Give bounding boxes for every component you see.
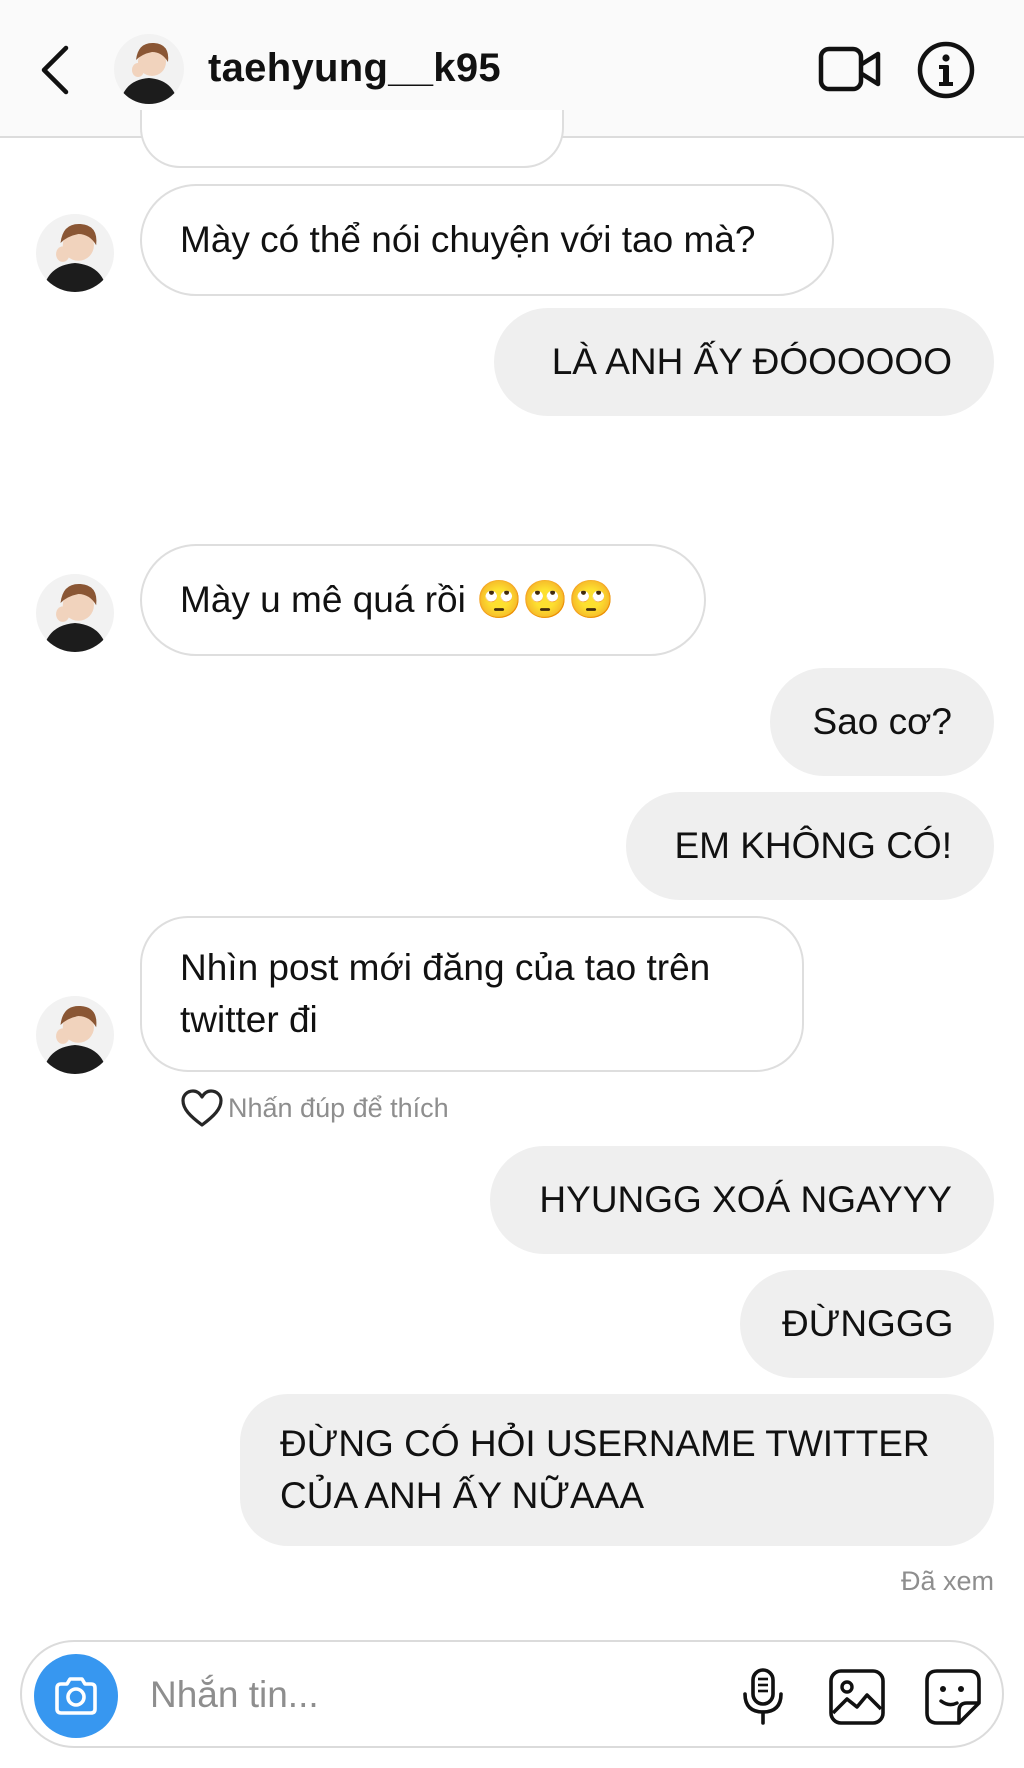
like-hint-text: Nhấn đúp để thích [228,1092,449,1123]
sticker-icon [925,1669,981,1725]
voice-message-button[interactable] [732,1666,794,1728]
seen-status: Đã xem [900,1566,994,1596]
message-text-line: ĐỪNG CÓ HỎI USERNAME TWITTER [280,1423,930,1464]
message-bubble-outgoing[interactable]: ĐỪNGGG [740,1270,994,1378]
contact-username[interactable]: taehyung__k95 [208,46,501,91]
contact-avatar[interactable] [114,34,184,104]
message-bubble-incoming[interactable]: Mày u mê quá rồi 🙄🙄🙄 [140,544,706,656]
message-text-line: twitter đi [180,999,318,1040]
message-bubble-incoming[interactable]: Nhìn post mới đăng của tao trên twitter … [140,916,804,1072]
gallery-icon [829,1669,885,1725]
message-text: EM KHÔNG CÓ! [674,825,952,866]
message-text-line: Nhìn post mới đăng của tao trên [180,947,711,988]
message-bubble-partial [140,110,564,168]
video-call-button[interactable] [818,44,882,94]
message-bubble-outgoing[interactable]: LÀ ANH ẤY ĐÓOOOOO [494,308,994,416]
message-composer [20,1640,1004,1748]
message-text: Mày có thể nói chuyện với tao mà? [180,219,756,260]
message-text: Mày u mê quá rồi 🙄🙄🙄 [180,579,615,620]
message-text: HYUNGG XOÁ NGAYYY [539,1179,952,1220]
gallery-button[interactable] [826,1666,888,1728]
double-tap-like-hint[interactable]: Nhấn đúp để thích [180,1086,449,1130]
message-text-line: CỦA ANH ẤY NỮAAA [280,1475,645,1516]
sender-avatar [36,574,114,652]
back-arrow-icon [41,45,69,95]
message-input[interactable] [150,1668,590,1722]
message-text: LÀ ANH ẤY ĐÓOOOOO [551,341,952,382]
camera-icon [55,1677,97,1715]
message-text: Sao cơ? [812,701,952,742]
message-bubble-outgoing[interactable]: ĐỪNG CÓ HỎI USERNAME TWITTER CỦA ANH ẤY … [240,1394,994,1546]
info-button[interactable] [916,40,976,100]
message-bubble-incoming[interactable]: Mày có thể nói chuyện với tao mà? [140,184,834,296]
message-bubble-outgoing[interactable]: HYUNGG XOÁ NGAYYY [490,1146,994,1254]
video-call-icon [818,46,881,92]
heart-icon [181,1089,223,1127]
sticker-button[interactable] [922,1666,984,1728]
info-icon [917,41,975,99]
message-bubble-outgoing[interactable]: Sao cơ? [770,668,994,776]
camera-button[interactable] [34,1654,118,1738]
back-button[interactable] [36,42,76,98]
sender-avatar [36,214,114,292]
sender-avatar [36,996,114,1074]
message-text: ĐỪNGGG [782,1303,954,1344]
message-bubble-outgoing[interactable]: EM KHÔNG CÓ! [626,792,994,900]
microphone-icon [743,1668,783,1725]
